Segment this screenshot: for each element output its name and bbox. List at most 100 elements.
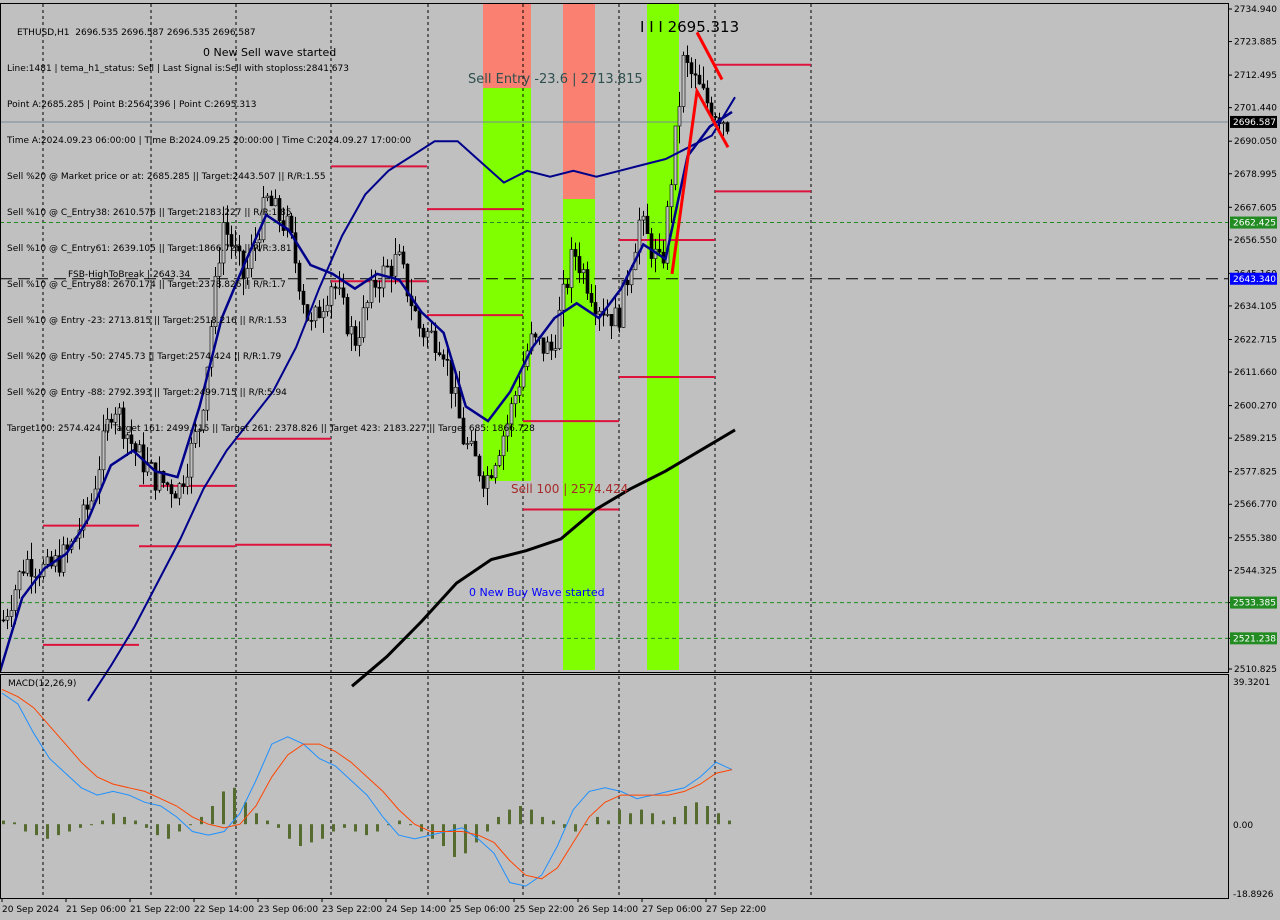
macd-signal-line [1, 688, 733, 880]
time-tick-label: 27 Sep 22:00 [706, 905, 766, 915]
macd-histogram-bar [442, 824, 445, 847]
time-tick-label: 23 Sep 22:00 [322, 905, 382, 915]
candle-body [713, 116, 718, 118]
candle-body [61, 544, 66, 573]
candle-body [25, 559, 30, 574]
macd-histogram-bar [398, 820, 401, 825]
price-tick-label: 2690.050 [1234, 137, 1277, 147]
candle-body [585, 269, 590, 294]
macd-histogram-bar [2, 820, 5, 825]
candle-body [21, 571, 26, 574]
candle-body [645, 215, 650, 234]
info-line: Sell %10 @ C_Entry61: 2639.105 || Target… [7, 244, 292, 254]
candle-body [173, 493, 178, 499]
macd-histogram-bar [68, 824, 71, 832]
price-tick-label: 2622.715 [1234, 335, 1277, 345]
candle-body [541, 337, 546, 354]
macd-histogram-bar [618, 809, 621, 825]
candle-body [561, 283, 566, 311]
macd-histogram-bar [486, 824, 489, 832]
price-tick-label: 2600.270 [1234, 402, 1277, 412]
macd-histogram-bar [255, 813, 258, 825]
macd-histogram-bar [57, 824, 60, 836]
price-tag-label: 2643.340 [1233, 275, 1276, 285]
candle-body [641, 215, 646, 221]
candle-body [685, 55, 690, 63]
macd-histogram-bar [112, 813, 115, 825]
info-line: Point A:2685.285 | Point B:2564.396 | Po… [7, 100, 257, 110]
candle-body [477, 455, 482, 477]
time-tick-label: 21 Sep 06:00 [66, 905, 126, 915]
candle-body [1, 619, 6, 622]
candle-body [553, 348, 558, 351]
macd-histogram-bar [321, 824, 324, 839]
macd-histogram-bar [519, 805, 522, 825]
info-line: Sell %20 @ Entry -50: 2745.73 || Target:… [7, 352, 282, 362]
candle-body [701, 83, 706, 89]
candle-body [689, 62, 694, 75]
macd-histogram-bar [376, 824, 379, 832]
time-axis[interactable]: 20 Sep 2024 21 Sep 06:00 21 Sep 22:00 22 Se… [1, 898, 766, 915]
candle-body [549, 341, 554, 351]
candle-body [581, 269, 586, 274]
candle-body [9, 610, 14, 617]
time-tick-label: 21 Sep 22:00 [130, 905, 190, 915]
macd-histogram-bar [343, 824, 346, 828]
candle-body [677, 106, 682, 127]
macd-histogram-bar [13, 822, 16, 825]
macd-histogram-bar [530, 809, 533, 825]
candle-body [565, 283, 570, 288]
macd-histogram-bar [717, 813, 720, 825]
price-tick-label: 2656.550 [1234, 236, 1277, 246]
symbol-line: ETHUSD,H1 2696.535 2696.587 2696.535 269… [17, 28, 256, 38]
price-tick-label: 2544.325 [1234, 566, 1277, 576]
time-tick-label: 22 Sep 14:00 [194, 905, 254, 915]
price-tick-label: 2566.770 [1234, 500, 1277, 510]
candle-body [17, 571, 22, 591]
candle-body [657, 248, 662, 253]
macd-histogram-bar [662, 820, 665, 825]
price-tick-label: 2577.825 [1234, 468, 1277, 478]
macd-histogram-bar [299, 824, 302, 847]
price-tick-label: 2634.105 [1234, 302, 1277, 312]
time-tick-label: 26 Sep 14:00 [578, 905, 638, 915]
info-line: Time A:2024.09.23 06:00:00 | Time B:2024… [7, 136, 412, 146]
time-tick-label: 23 Sep 06:00 [258, 905, 318, 915]
macd-histogram-bar [728, 820, 731, 825]
macd-histogram-bar [123, 816, 126, 825]
candle-body [605, 314, 610, 316]
macd-histogram-bar [695, 802, 698, 825]
zone [563, 3, 595, 199]
macd-histogram-bar [156, 824, 159, 836]
macd-histogram-bar [266, 820, 269, 825]
candle-body [593, 302, 598, 315]
macd-histogram-bar [277, 824, 280, 828]
candle-body [5, 616, 10, 621]
macd-histogram-bar [651, 813, 654, 825]
candle-body [493, 465, 498, 479]
macd-histogram-bar [167, 824, 170, 839]
macd-histogram-bar [354, 824, 357, 832]
info-panel: ETHUSD,H1 2696.535 2696.587 2696.535 269… [7, 3, 535, 447]
candle-body [13, 589, 18, 611]
candle-body [721, 122, 726, 125]
candle-body [45, 556, 50, 565]
price-tick-label: 2589.215 [1234, 434, 1277, 444]
candle-body [649, 233, 654, 259]
price-axis[interactable]: 2734.940 2723.885 2712.495 2701.440 2690.050… [1228, 5, 1277, 900]
candle-body [693, 73, 698, 76]
macd-histogram-bar [46, 824, 49, 839]
candle-body [681, 55, 686, 107]
info-line: Sell %10 @ C_Entry38: 2610.576 || Target… [7, 208, 292, 218]
macd-histogram-bar [310, 824, 313, 843]
candle-body [609, 314, 614, 327]
candle-body [489, 475, 494, 479]
macd-main-line [1, 692, 733, 887]
macd-histogram-bar [178, 824, 181, 832]
macd-histogram-bar [552, 820, 555, 825]
macd-tick-label: 0.00 [1233, 821, 1253, 831]
price-tick-label: 2510.825 [1234, 665, 1277, 675]
macd-label: MACD(12,26,9) [8, 679, 76, 689]
candle-body [617, 307, 622, 328]
candle-body [597, 310, 602, 315]
